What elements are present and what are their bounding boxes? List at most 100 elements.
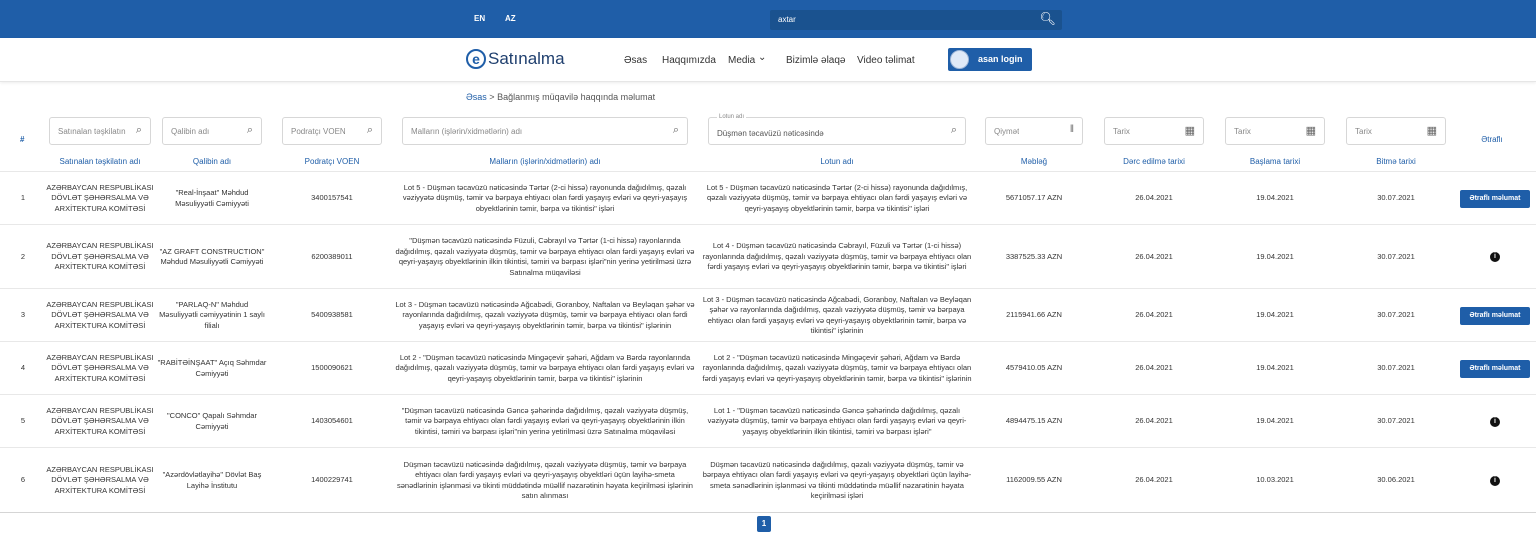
header-end-date: Bitmə tarixi [1376, 157, 1416, 166]
header-amount: Məbləğ [1020, 157, 1048, 166]
cell-goods: "Düşmən təcavüzü nəticəsində Füzuli, Cəb… [395, 236, 695, 277]
asan-login-button[interactable]: asan login [948, 48, 1032, 71]
search-icon: ⌕ [950, 124, 957, 136]
cell-start: 19.04.2021 [1256, 363, 1294, 373]
cell-end: 30.06.2021 [1377, 475, 1415, 485]
table-bottom-divider [0, 512, 1536, 513]
pagination-page-1[interactable]: 1 [757, 516, 771, 532]
filter-org-placeholder: Satınalan təşkilatın ... [58, 127, 128, 136]
cell-org: AZƏRBAYCAN RESPUBLİKASI DÖVLƏT ŞƏHƏRSALM… [46, 352, 154, 383]
top-search-value: axtar [778, 15, 796, 24]
cell-start: 19.04.2021 [1256, 416, 1294, 426]
cell-winner: "PARLAQ-N" Məhdud Məsuliyyətli cəmiyyəti… [159, 299, 265, 330]
filter-goods-input[interactable]: Malların (işlərin/xidmətlərin) adı ⌕ [402, 117, 688, 145]
header-winner: Qalibin adı [192, 157, 232, 166]
cell-lot: Lot 3 - Düşmən təcavüzü nəticəsində Ağca… [702, 294, 972, 336]
filter-lot-value: Düşmən təcavüzü nəticəsində [717, 129, 824, 138]
filter-winner-input[interactable]: Qalibin adı ⌕ [162, 117, 262, 145]
breadcrumb-home[interactable]: Əsas [466, 92, 487, 102]
search-icon: ⌕ [672, 124, 679, 136]
search-icon: ⌕ [366, 124, 373, 136]
cell-org: AZƏRBAYCAN RESPUBLİKASI DÖVLƏT ŞƏHƏRSALM… [46, 299, 154, 330]
cell-n: 2 [20, 251, 26, 261]
top-bar [0, 0, 1536, 38]
cell-start: 19.04.2021 [1256, 310, 1294, 320]
cell-n: 5 [20, 416, 26, 426]
cell-n: 3 [20, 310, 26, 320]
logo-text: Satınalma [488, 49, 565, 68]
filter-date-end[interactable]: Tarix ▦ [1346, 117, 1446, 145]
cell-amount: 2115941.66 AZN [1006, 310, 1062, 320]
search-icon: ⌕ [246, 124, 253, 136]
cell-amount: 3387525.33 AZN [1005, 251, 1063, 261]
filter-date2-placeholder: Tarix [1234, 127, 1251, 136]
header-pub-date: Dərc edilmə tarixi [1123, 157, 1185, 166]
nav-video[interactable]: Video təlimat [857, 55, 915, 66]
nav-about[interactable]: Haqqımızda [662, 55, 716, 66]
search-icon: ⌕ [135, 124, 142, 136]
filter-org-input[interactable]: Satınalan təşkilatın ... ⌕ [49, 117, 151, 145]
breadcrumb-separator: > [489, 92, 495, 102]
nav-media[interactable]: Media [728, 55, 755, 66]
more-info-button[interactable]: Ətraflı məlumat [1460, 306, 1530, 325]
cell-goods: Düşmən təcavüzü nəticəsində dağıdılmış, … [397, 459, 693, 501]
header-voen: Podratçı VOEN [304, 157, 360, 166]
filter-goods-placeholder: Malların (işlərin/xidmətlərin) adı [411, 127, 523, 136]
nav-home[interactable]: Əsas [624, 55, 647, 66]
filter-date-start[interactable]: Tarix ▦ [1225, 117, 1325, 145]
cell-lot: Lot 5 - Düşmən təcavüzü nəticəsində Tərt… [706, 182, 968, 213]
cell-pub: 26.04.2021 [1135, 251, 1173, 261]
filter-voen-input[interactable]: Podratçı VOEN ⌕ [282, 117, 382, 145]
cell-amount: 5671057.17 AZN [1005, 193, 1063, 203]
slider-icon: ‖ [1069, 124, 1074, 135]
info-icon[interactable]: i [1490, 252, 1500, 262]
cell-voen: 1500090621 [311, 363, 353, 373]
table-row: 1 AZƏRBAYCAN RESPUBLİKASI DÖVLƏT ŞƏHƏRSAL… [0, 171, 1536, 224]
more-info-button[interactable]: Ətraflı məlumat [1460, 189, 1530, 208]
asan-logo-icon [950, 50, 969, 69]
asan-login-label: asan login [978, 54, 1023, 64]
cell-winner: "AZ GRAFT CONSTRUCTION" Məhdud Məsuliyyə… [159, 246, 265, 267]
cell-end: 30.07.2021 [1377, 251, 1415, 261]
cell-end: 30.07.2021 [1377, 363, 1415, 373]
chevron-down-icon[interactable]: ⌄ [758, 52, 766, 63]
filter-lot-input[interactable]: Lotun adı Düşmən təcavüzü nəticəsində ⌕ [708, 114, 966, 145]
cell-start: 19.04.2021 [1256, 251, 1294, 261]
calendar-icon: ▦ [1426, 125, 1437, 137]
table-row: 5 AZƏRBAYCAN RESPUBLİKASI DÖVLƏT ŞƏHƏRSAL… [0, 394, 1536, 447]
more-info-button[interactable]: Ətraflı məlumat [1460, 359, 1530, 378]
cell-goods: "Düşmən təcavüzü nəticəsində Gəncə şəhər… [401, 405, 689, 436]
lang-en[interactable]: EN [474, 14, 485, 23]
filter-date-published[interactable]: Tarix ▦ [1104, 117, 1204, 145]
filter-date1-placeholder: Tarix [1113, 127, 1130, 136]
cell-voen: 1403054601 [311, 416, 353, 426]
table-row: 4 AZƏRBAYCAN RESPUBLİKASI DÖVLƏT ŞƏHƏRSAL… [0, 341, 1536, 394]
filter-voen-placeholder: Podratçı VOEN [291, 127, 346, 136]
cell-voen: 3400157541 [311, 193, 353, 203]
filter-price-input[interactable]: Qiymət ‖ [985, 117, 1083, 145]
search-icon[interactable]: 🔍︎ [1039, 12, 1056, 26]
cell-winner: "RABİTƏİNŞAAT" Açıq Səhmdar Cəmiyyəti [157, 358, 267, 378]
cell-pub: 26.04.2021 [1135, 416, 1173, 426]
cell-start: 19.04.2021 [1256, 193, 1294, 203]
top-search-input[interactable]: axtar 🔍︎ [770, 10, 1062, 30]
header-goods: Malların (işlərin/xidmətlərin) adı [489, 157, 601, 166]
cell-end: 30.07.2021 [1377, 310, 1415, 320]
cell-goods: Lot 5 - Düşmən təcavüzü nəticəsində Tərt… [402, 182, 688, 213]
cell-org: AZƏRBAYCAN RESPUBLİKASI DÖVLƏT ŞƏHƏRSALM… [46, 464, 154, 495]
filter-lot-label: Lotun adı [717, 114, 747, 120]
logo-e: e [466, 49, 486, 69]
cell-winner: "CONCO" Qapalı Səhmdar Cəmiyyəti [167, 411, 257, 431]
cell-org: AZƏRBAYCAN RESPUBLİKASI DÖVLƏT ŞƏHƏRSALM… [46, 182, 154, 213]
info-icon[interactable]: i [1490, 416, 1500, 427]
cell-winner: "Azərdövlətlayihə" Dövlət Baş Layihə İns… [162, 470, 262, 490]
info-icon[interactable]: i [1490, 475, 1500, 486]
cell-start: 10.03.2021 [1256, 475, 1294, 485]
site-logo[interactable]: e Satınalma [466, 49, 565, 69]
cell-n: 4 [20, 363, 26, 373]
filter-price-placeholder: Qiymət [994, 127, 1020, 136]
lang-az[interactable]: AZ [505, 14, 516, 23]
nav-contact[interactable]: Bizimlə əlaqə [786, 55, 845, 66]
cell-lot: Lot 1 - "Düşmən təcavüzü nəticəsində Gən… [707, 405, 967, 436]
cell-n: 1 [20, 193, 26, 203]
